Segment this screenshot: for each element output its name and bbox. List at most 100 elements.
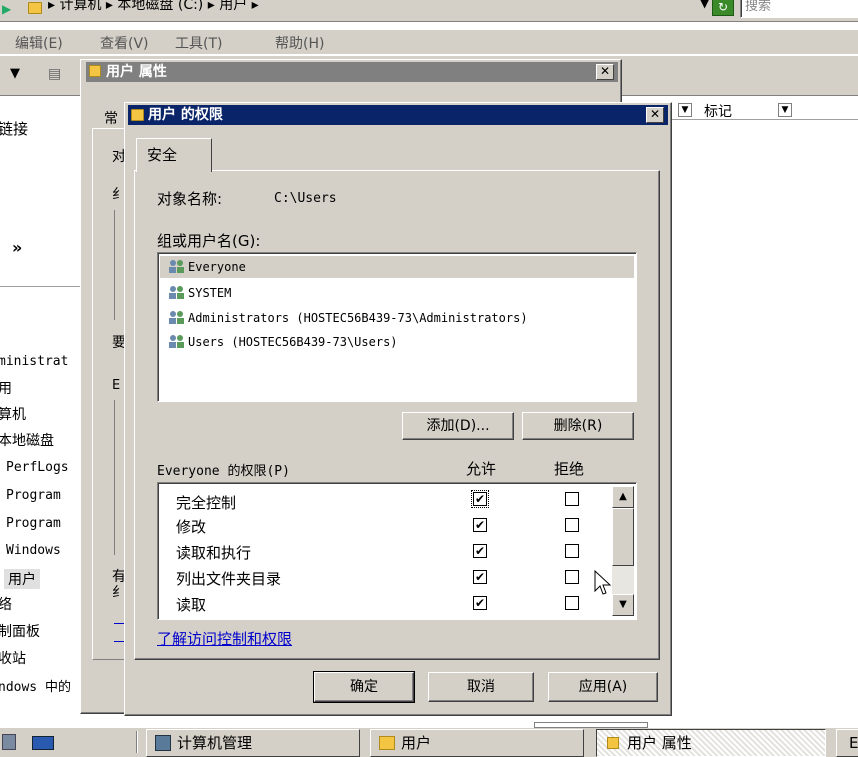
- tab-security[interactable]: 安全: [136, 138, 212, 172]
- tree-item[interactable]: 收站: [0, 648, 26, 668]
- taskbar-item-label: E: [849, 734, 858, 752]
- refresh-icon[interactable]: ↻: [712, 0, 734, 16]
- permission-name: 列出文件夹目录: [176, 570, 282, 588]
- tree-item[interactable]: 用: [0, 378, 12, 398]
- scroll-up-button[interactable]: ▲: [612, 486, 634, 508]
- permission-name: 修改: [176, 518, 207, 536]
- tab-security-label: 安全: [147, 146, 178, 164]
- search-input[interactable]: 搜索: [740, 0, 858, 18]
- tree-item[interactable]: Windows: [6, 543, 61, 558]
- column-header-tags[interactable]: 标记: [704, 101, 732, 121]
- quick-launch-server-icon[interactable]: [2, 734, 16, 750]
- deny-checkbox[interactable]: [565, 570, 579, 584]
- folder-icon: [89, 65, 101, 77]
- tree-item[interactable]: 络: [0, 594, 12, 614]
- allow-checkbox[interactable]: ✔: [473, 518, 487, 532]
- scroll-thumb[interactable]: [612, 508, 634, 566]
- deny-checkbox[interactable]: [565, 492, 579, 506]
- scroll-down-button[interactable]: ▼: [612, 594, 634, 616]
- users-group-icon: [169, 260, 184, 273]
- users-group-icon: [169, 286, 184, 299]
- user-list-item[interactable]: Everyone: [188, 260, 246, 274]
- tree-item[interactable]: 制面板: [0, 621, 40, 641]
- menu-view[interactable]: 查看(V): [100, 33, 149, 53]
- menu-tools[interactable]: 工具(T): [175, 33, 222, 53]
- cancel-button[interactable]: 取消: [428, 672, 534, 702]
- deny-checkbox[interactable]: [565, 596, 579, 610]
- properties-title-bar: 用户 属性: [86, 62, 618, 82]
- users-group-icon: [169, 335, 184, 348]
- menu-edit[interactable]: 编辑(E): [15, 33, 63, 53]
- folder-icon: [28, 2, 42, 14]
- show-desktop-icon[interactable]: [32, 736, 54, 750]
- menu-help[interactable]: 帮助(H): [275, 33, 324, 53]
- column-header-bar: [672, 100, 858, 120]
- tree-item[interactable]: Program: [6, 488, 61, 503]
- user-list-item[interactable]: SYSTEM: [188, 286, 231, 300]
- column-dropdown-icon[interactable]: ▼: [778, 103, 792, 117]
- folder-icon: [131, 109, 144, 121]
- tree-item[interactable]: ministrat: [0, 354, 68, 369]
- column-dropdown-icon[interactable]: ▼: [678, 103, 692, 117]
- taskbar-computer-management[interactable]: 计算机管理: [146, 729, 360, 757]
- learn-access-control-link[interactable]: 了解访问控制和权限: [157, 628, 292, 649]
- taskbar-item-partial[interactable]: E: [836, 729, 858, 757]
- ok-button[interactable]: 确定: [313, 671, 415, 703]
- tree-item[interactable]: 算机: [0, 404, 26, 424]
- properties-partial-label: E: [112, 378, 121, 393]
- deny-header: 拒绝: [554, 460, 585, 478]
- permission-name: 读取: [176, 596, 207, 614]
- add-button[interactable]: 添加(D)...: [402, 412, 514, 440]
- properties-tab-partial[interactable]: 常: [104, 108, 118, 128]
- user-list-item[interactable]: Users (HOSTEC56B439-73\Users): [188, 335, 398, 349]
- deny-checkbox[interactable]: [565, 518, 579, 532]
- permissions-title-bar: 用户 的权限: [128, 105, 668, 125]
- object-name-value: C:\Users: [274, 191, 337, 206]
- taskbar-item-label: 用户: [401, 734, 432, 752]
- remove-button[interactable]: 删除(R): [522, 412, 634, 440]
- tree-item[interactable]: 本地磁盘: [0, 430, 54, 450]
- users-group-icon: [169, 311, 184, 324]
- folder-icon: [607, 737, 619, 749]
- navigation-pane: [0, 97, 90, 707]
- allow-checkbox[interactable]: ✔: [473, 596, 487, 610]
- folder-icon: [379, 736, 395, 750]
- nav-divider: [0, 286, 90, 287]
- view-toggle-icon[interactable]: ▤: [48, 66, 61, 82]
- properties-partial-link[interactable]: [114, 616, 124, 624]
- allow-header: 允许: [466, 460, 497, 478]
- allow-checkbox[interactable]: ✔: [471, 490, 489, 508]
- organize-dropdown-icon[interactable]: ▼: [10, 66, 20, 81]
- address-path[interactable]: ▸ 计算机 ▸ 本地磁盘 (C:) ▸ 用户 ▸: [48, 0, 259, 14]
- permission-name: 读取和执行: [176, 544, 252, 562]
- tree-item[interactable]: Program: [6, 516, 61, 531]
- taskbar-item-label: 计算机管理: [177, 734, 253, 752]
- apply-button[interactable]: 应用(A): [548, 672, 658, 702]
- allow-checkbox[interactable]: ✔: [473, 544, 487, 558]
- permission-name: 完全控制: [176, 494, 237, 512]
- computer-management-icon: [155, 735, 171, 751]
- nav-link-favorites[interactable]: 链接: [0, 118, 28, 139]
- deny-checkbox[interactable]: [565, 544, 579, 558]
- permissions-header: Everyone 的权限(P): [157, 464, 290, 479]
- properties-title: 用户 属性: [106, 64, 167, 80]
- taskbar-item-label: 用户 属性: [627, 734, 692, 752]
- close-icon[interactable]: ✕: [596, 64, 614, 80]
- back-arrow-icon[interactable]: ▶: [2, 2, 11, 16]
- tree-item-selected[interactable]: 用户: [4, 569, 40, 589]
- tree-item[interactable]: ndows 中的: [0, 676, 71, 695]
- taskbar-users-properties[interactable]: 用户 属性: [596, 729, 826, 757]
- tree-item[interactable]: PerfLogs: [6, 460, 69, 475]
- nav-more[interactable]: »: [12, 238, 22, 257]
- group-user-label: 组或用户名(G):: [157, 232, 261, 250]
- mouse-cursor-icon: [594, 570, 612, 595]
- close-icon[interactable]: ✕: [646, 107, 664, 123]
- permissions-title: 用户 的权限: [148, 107, 223, 123]
- user-list-item[interactable]: Administrators (HOSTEC56B439-73\Administ…: [188, 311, 528, 325]
- properties-partial-link[interactable]: [114, 634, 124, 642]
- taskbar-separator: [136, 731, 138, 753]
- address-dropdown-icon[interactable]: ▼: [700, 0, 709, 10]
- taskbar-users-folder[interactable]: 用户: [370, 729, 584, 757]
- allow-checkbox[interactable]: ✔: [473, 570, 487, 584]
- object-name-label: 对象名称:: [157, 190, 223, 208]
